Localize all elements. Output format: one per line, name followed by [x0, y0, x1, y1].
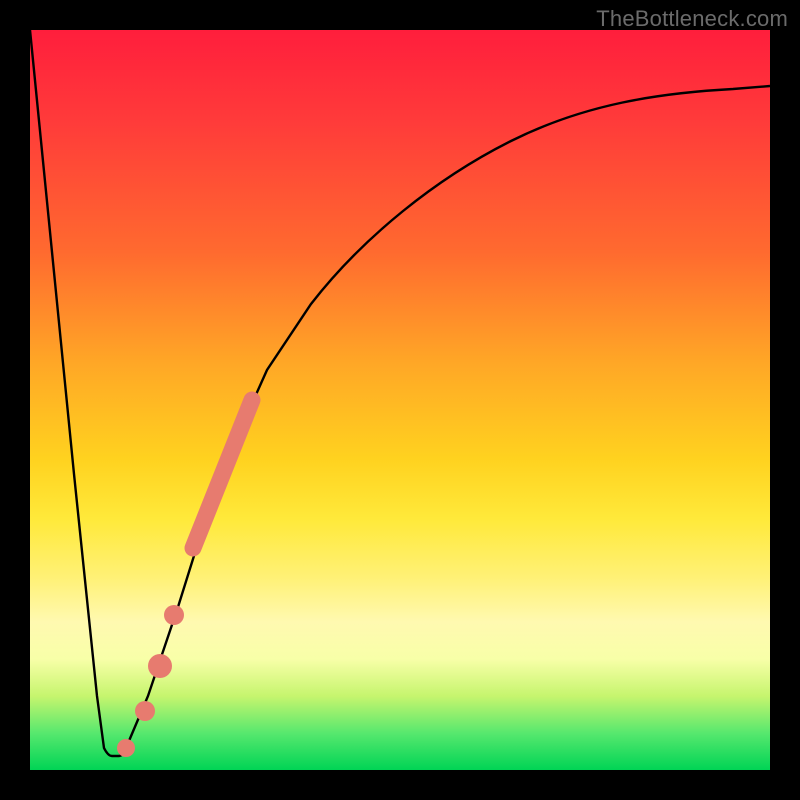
marker-3 — [135, 701, 155, 721]
highlight-bar — [193, 400, 252, 548]
attribution-text: TheBottleneck.com — [596, 6, 788, 32]
plot-area — [30, 30, 770, 770]
marker-1 — [164, 605, 184, 625]
curve-layer — [30, 30, 770, 770]
bottleneck-curve — [30, 30, 770, 756]
marker-2 — [148, 654, 172, 678]
chart-frame: TheBottleneck.com — [0, 0, 800, 800]
marker-4 — [117, 739, 135, 757]
